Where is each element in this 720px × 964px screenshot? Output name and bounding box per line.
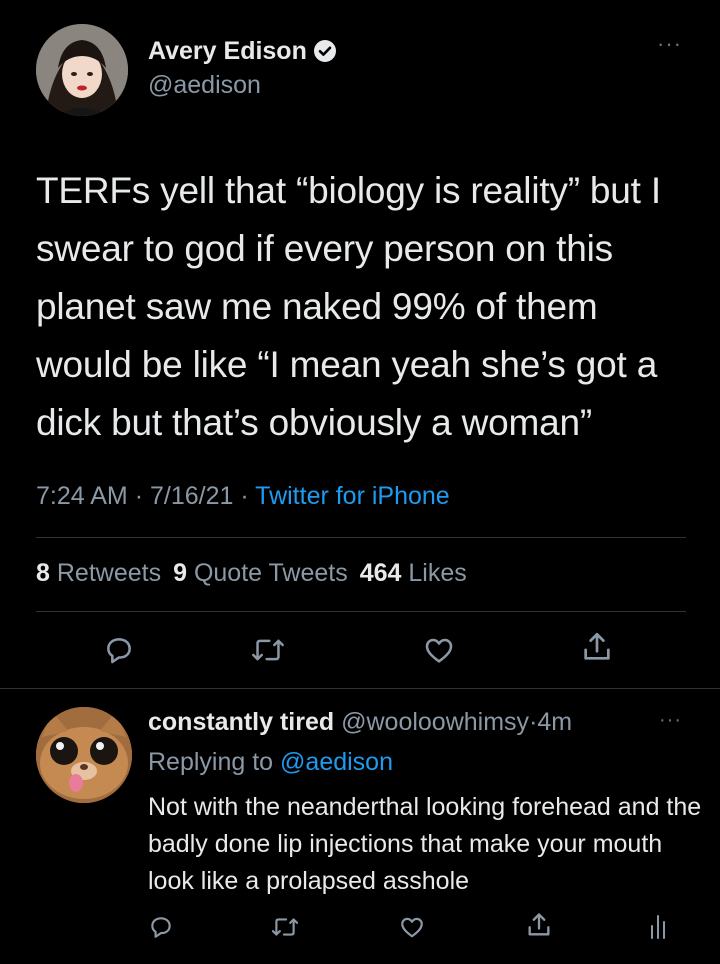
author-display-name[interactable]: Avery Edison [148, 36, 307, 66]
share-icon[interactable] [525, 911, 553, 939]
quotes-count: 9 [173, 559, 187, 587]
reply-text: Not with the neanderthal looking forehea… [148, 793, 702, 895]
replying-to-label: Replying to [148, 748, 274, 776]
reply-tweet[interactable]: constantly tired @wooloowhimsy·4m ··· Re… [0, 689, 720, 964]
likes-label: Likes [408, 559, 467, 587]
divider [36, 537, 686, 538]
replying-to-mention[interactable]: @aedison [280, 748, 393, 776]
retweets-stat[interactable]: 8 Retweets [36, 559, 161, 587]
reply-icon[interactable] [103, 634, 135, 666]
reply-handle[interactable]: @wooloowhimsy [341, 708, 529, 736]
quotes-label: Quote Tweets [193, 559, 348, 587]
retweet-icon[interactable] [251, 634, 285, 666]
tweet-date: 7/16/21 [149, 482, 234, 510]
tweet-source-link[interactable]: Twitter for iPhone [255, 482, 450, 510]
tweet-meta: 7:24 AM · 7/16/21 · Twitter for iPhone [36, 480, 450, 512]
author-block: Avery Edison @aedison [148, 36, 337, 100]
avatar[interactable] [36, 24, 128, 116]
reply-header: constantly tired @wooloowhimsy·4m [148, 705, 572, 739]
main-tweet: Avery Edison @aedison ··· TERFs yell tha… [0, 0, 720, 688]
share-icon[interactable] [580, 630, 614, 664]
reply-icon[interactable] [148, 914, 174, 940]
retweets-label: Retweets [56, 559, 162, 587]
author-handle[interactable]: @aedison [148, 70, 337, 100]
replying-to: Replying to @aedison [148, 745, 393, 779]
reply-avatar[interactable] [36, 707, 132, 803]
tweet-text: TERFs yell that “biology is reality” but… [36, 170, 661, 443]
meta-separator: · [240, 482, 249, 510]
reply-display-name[interactable]: constantly tired [148, 708, 334, 736]
like-icon[interactable] [422, 634, 456, 666]
like-icon[interactable] [398, 914, 426, 940]
retweets-count: 8 [36, 559, 50, 587]
retweet-icon[interactable] [271, 914, 299, 940]
tweet-stats: 8 Retweets 9 Quote Tweets 464 Likes [36, 557, 467, 589]
more-options-icon[interactable]: ··· [659, 709, 682, 732]
reply-time: 4m [537, 708, 573, 736]
likes-count: 464 [359, 559, 402, 587]
quotes-stat[interactable]: 9 Quote Tweets [173, 559, 348, 587]
more-options-icon[interactable]: ··· [657, 33, 682, 55]
verified-badge-icon [313, 39, 337, 63]
divider [36, 611, 686, 612]
meta-separator: · [134, 482, 144, 510]
tweet-time: 7:24 AM [36, 482, 128, 510]
likes-stat[interactable]: 464 Likes [360, 559, 467, 587]
analytics-icon[interactable] [648, 912, 668, 940]
